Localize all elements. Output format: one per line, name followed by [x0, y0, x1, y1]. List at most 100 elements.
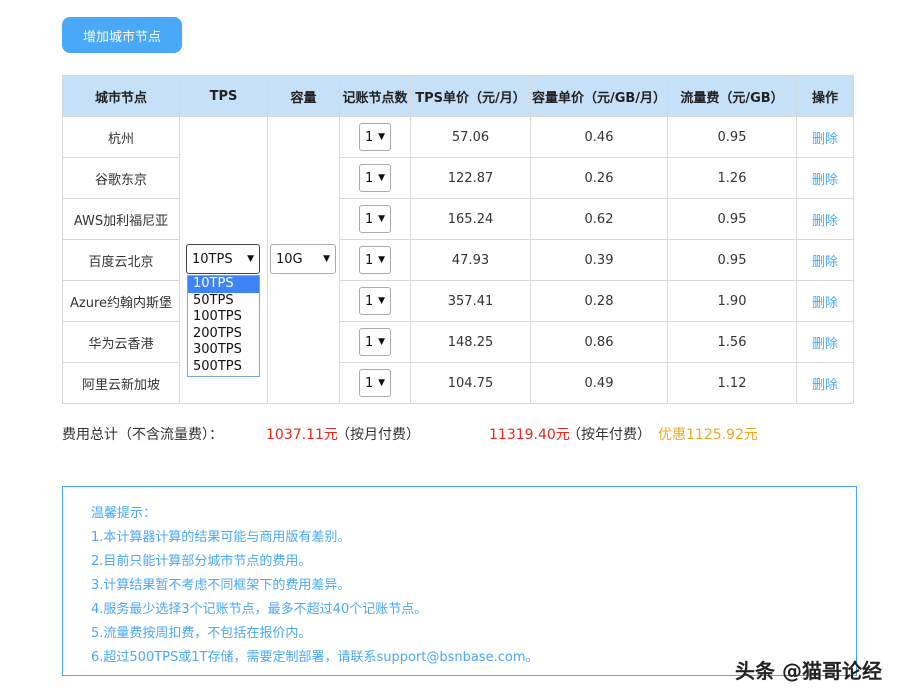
city-cell: 华为云香港 — [62, 321, 180, 363]
node-count-value: 1 — [365, 375, 374, 391]
city-cell: 阿里云新加坡 — [62, 362, 180, 404]
tps-option[interactable]: 500TPS — [188, 359, 259, 376]
header-tps: TPS — [179, 75, 268, 117]
delete-link[interactable]: 删除 — [812, 378, 838, 393]
node-count-value: 1 — [365, 170, 374, 186]
tps-option[interactable]: 200TPS — [188, 326, 259, 343]
traffic-fee-cell: 1.90 — [667, 280, 797, 322]
action-cell: 删除 — [796, 362, 854, 404]
action-cell: 删除 — [796, 116, 854, 158]
tps-price-cell: 47.93 — [410, 239, 531, 281]
node-count-cell: 1 ▼ — [339, 157, 411, 199]
node-count-cell: 1 ▼ — [339, 362, 411, 404]
chevron-down-icon: ▼ — [247, 254, 254, 264]
tips-title: 温馨提示： — [91, 506, 157, 521]
tips-box: 温馨提示： 1.本计算器计算的结果可能与商用版有差别。 2.目前只能计算部分城市… — [62, 486, 857, 676]
header-capacity: 容量 — [267, 75, 340, 117]
chevron-down-icon: ▼ — [378, 255, 385, 265]
chevron-down-icon: ▼ — [378, 214, 385, 224]
node-count-select[interactable]: 1 ▼ — [359, 164, 391, 192]
city-cell: AWS加利福尼亚 — [62, 198, 180, 240]
node-count-value: 1 — [365, 334, 374, 350]
capacity-price-cell: 0.62 — [530, 198, 668, 240]
node-count-select[interactable]: 1 ▼ — [359, 328, 391, 356]
tip-item: 6.超过500TPS或1T存储，需要定制部署，请联系support@bsnbas… — [91, 650, 539, 665]
delete-link[interactable]: 删除 — [812, 296, 838, 311]
tip-item: 2.目前只能计算部分城市节点的费用。 — [91, 554, 312, 569]
delete-link[interactable]: 删除 — [812, 214, 838, 229]
tps-dropdown-list: 10TPS 50TPS 100TPS 200TPS 300TPS 500TPS — [187, 275, 260, 377]
add-city-node-button[interactable]: 增加城市节点 — [62, 17, 182, 53]
chevron-down-icon: ▼ — [378, 337, 385, 347]
city-node-table: 城市节点 TPS 容量 记账节点数 TPS单价（元/月） 容量单价（元/GB/月… — [62, 75, 854, 404]
capacity-price-cell: 0.39 — [530, 239, 668, 281]
capacity-price-cell: 0.26 — [530, 157, 668, 199]
city-cell: Azure约翰内斯堡 — [62, 280, 180, 322]
tps-option[interactable]: 300TPS — [188, 342, 259, 359]
tps-price-cell: 122.87 — [410, 157, 531, 199]
tps-option[interactable]: 10TPS — [188, 276, 259, 293]
node-count-select[interactable]: 1 ▼ — [359, 205, 391, 233]
capacity-price-cell: 0.46 — [530, 116, 668, 158]
tps-price-cell: 165.24 — [410, 198, 531, 240]
header-action: 操作 — [796, 75, 854, 117]
header-traffic-fee: 流量费（元/GB） — [667, 75, 797, 117]
yearly-amount: 11319.40元 — [489, 427, 570, 443]
tip-item: 3.计算结果暂不考虑不同框架下的费用差异。 — [91, 578, 351, 593]
node-count-value: 1 — [365, 129, 374, 145]
tps-option[interactable]: 100TPS — [188, 309, 259, 326]
node-count-select[interactable]: 1 ▼ — [359, 246, 391, 274]
summary-label: 费用总计（不含流量费）： — [62, 427, 223, 443]
node-count-value: 1 — [365, 252, 374, 268]
chevron-down-icon: ▼ — [378, 378, 385, 388]
city-cell: 百度云北京 — [62, 239, 180, 281]
header-capacity-price: 容量单价（元/GB/月） — [530, 75, 668, 117]
header-tps-price: TPS单价（元/月） — [410, 75, 531, 117]
capacity-select-value: 10G — [276, 251, 303, 267]
table-row: 杭州 1 ▼ 57.06 0.46 0.95 删除 — [62, 116, 854, 404]
city-cell: 谷歌东京 — [62, 157, 180, 199]
tip-item: 1.本计算器计算的结果可能与商用版有差别。 — [91, 530, 351, 545]
yearly-note: （按年付费） — [567, 427, 651, 443]
monthly-amount: 1037.11元 — [266, 427, 338, 443]
delete-link[interactable]: 删除 — [812, 337, 838, 352]
capacity-price-cell: 0.28 — [530, 280, 668, 322]
monthly-note: （按月付费） — [336, 427, 420, 443]
delete-link[interactable]: 删除 — [812, 173, 838, 188]
traffic-fee-cell: 1.26 — [667, 157, 797, 199]
chevron-down-icon: ▼ — [323, 254, 330, 264]
node-count-value: 1 — [365, 293, 374, 309]
tps-price-cell: 104.75 — [410, 362, 531, 404]
action-cell: 删除 — [796, 157, 854, 199]
node-count-select[interactable]: 1 ▼ — [359, 369, 391, 397]
node-count-cell: 1 ▼ — [339, 116, 411, 158]
node-count-select[interactable]: 1 ▼ — [359, 123, 391, 151]
tps-price-cell: 57.06 — [410, 116, 531, 158]
node-count-cell: 1 ▼ — [339, 321, 411, 363]
node-count-value: 1 — [365, 211, 374, 227]
capacity-select[interactable]: 10G ▼ — [270, 244, 336, 274]
delete-link[interactable]: 删除 — [812, 132, 838, 147]
chevron-down-icon: ▼ — [378, 296, 385, 306]
node-count-cell: 1 ▼ — [339, 239, 411, 281]
action-cell: 删除 — [796, 239, 854, 281]
action-cell: 删除 — [796, 198, 854, 240]
tip-item: 5.流量费按周扣费，不包括在报价内。 — [91, 626, 312, 641]
table-header-row: 城市节点 TPS 容量 记账节点数 TPS单价（元/月） 容量单价（元/GB/月… — [62, 75, 854, 117]
tps-option[interactable]: 50TPS — [188, 293, 259, 310]
tps-select-value: 10TPS — [192, 251, 233, 267]
capacity-price-cell: 0.86 — [530, 321, 668, 363]
action-cell: 删除 — [796, 321, 854, 363]
node-count-select[interactable]: 1 ▼ — [359, 287, 391, 315]
node-count-cell: 1 ▼ — [339, 280, 411, 322]
traffic-fee-cell: 0.95 — [667, 198, 797, 240]
traffic-fee-cell: 1.56 — [667, 321, 797, 363]
capacity-price-cell: 0.49 — [530, 362, 668, 404]
delete-link[interactable]: 删除 — [812, 255, 838, 270]
tps-price-cell: 357.41 — [410, 280, 531, 322]
tps-select[interactable]: 10TPS ▼ — [186, 244, 260, 274]
tps-price-cell: 148.25 — [410, 321, 531, 363]
header-city: 城市节点 — [62, 75, 180, 117]
watermark: 头条 @猫哥论经 — [735, 659, 882, 683]
chevron-down-icon: ▼ — [378, 173, 385, 183]
